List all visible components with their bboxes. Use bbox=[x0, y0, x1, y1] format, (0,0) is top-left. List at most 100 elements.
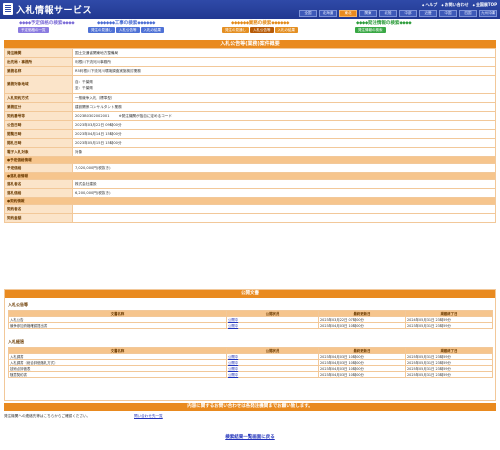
section-subheader: ●予定価格情報 bbox=[4, 156, 496, 164]
inquiry-bar: 内容に関するお問い合わせは各発注機関までお願い致します。 bbox=[4, 403, 496, 411]
row-label: 落札価格 bbox=[4, 188, 73, 198]
nav-group-title: 工事の検索 bbox=[114, 21, 138, 26]
region-tab-national[interactable]: 全国 bbox=[299, 10, 317, 17]
doc-status-link[interactable]: 公開中 bbox=[226, 322, 319, 329]
row-value bbox=[72, 213, 496, 223]
document-icon bbox=[3, 3, 13, 15]
doc-end: 2025年05月31日 23時59分 bbox=[405, 371, 493, 378]
table-row: 発注機関 国土交通省関東地方整備局 bbox=[4, 48, 496, 58]
contact-link[interactable]: お問い合わせ bbox=[441, 2, 469, 8]
nav-construction-notice[interactable]: 入札公告等 bbox=[116, 27, 140, 33]
doc-updated: 2023年04月03日 10時00分 bbox=[318, 371, 406, 378]
row-label: 落札者名 bbox=[4, 179, 73, 189]
top-links: ヘルプ お問い合わせ 全国展TOP bbox=[422, 2, 497, 8]
region-tab-shikoku[interactable]: 四国 bbox=[459, 10, 477, 17]
contact-label: 発注機関への連絡先等はこちらからご確認ください。 bbox=[4, 414, 91, 418]
region-tab-hokuriku[interactable]: 北陸 bbox=[379, 10, 397, 17]
table-row: 契約番号等 2023B0302002001 ※発注機関が独自に定めるコード bbox=[4, 111, 496, 121]
nav-estimate-list[interactable]: 予定価格の一覧 bbox=[18, 27, 49, 33]
table-row: 落札価格 6,200,000円(税抜き) bbox=[4, 188, 496, 198]
region-tab-chubu[interactable]: 中部 bbox=[399, 10, 417, 17]
row-label: 開札日時 bbox=[4, 138, 73, 148]
nav-construction-outlook[interactable]: 発注の見通し bbox=[88, 27, 115, 33]
nav-group-estimate: ◆◆◆◆予定価格の検索◆◆◆◆ 予定価格の一覧 bbox=[18, 21, 75, 33]
nav-construction-result[interactable]: 入札の結果 bbox=[140, 27, 164, 33]
award-header: ●落札者情報 bbox=[4, 172, 496, 180]
table-row: 閲覧日時 2023年04月14日 15時00分 bbox=[4, 129, 496, 139]
doc-end: 2023年05月31日 23時59分 bbox=[405, 322, 493, 329]
nav-group-construction: ◆◆◆◆◆◆工事の検索◆◆◆◆◆◆ 発注の見通し 入札公告等 入札の結果 bbox=[88, 20, 164, 33]
nav-order-search[interactable]: 発注情報の検索 bbox=[355, 27, 386, 33]
public-documents: 公開文書 入札公告等 文書名称 公開状況 最終更新日 掲載終了日 入札公告 公開… bbox=[4, 289, 496, 401]
table-row: 業務対象地域 自：千葉県 至：千葉県 bbox=[4, 75, 496, 94]
row-label: 公告日時 bbox=[4, 120, 73, 130]
main-nav: ◆◆◆◆予定価格の検索◆◆◆◆ 予定価格の一覧 ◆◆◆◆◆◆工事の検索◆◆◆◆◆… bbox=[0, 19, 500, 37]
nav-group-title: 予定価格の検索 bbox=[30, 21, 63, 26]
home-link[interactable]: 全国展TOP bbox=[473, 2, 497, 8]
row-label: 契約番号等 bbox=[4, 111, 73, 121]
row-value bbox=[72, 204, 496, 214]
row-label: 業務名称 bbox=[4, 66, 73, 76]
region-tab-kinki[interactable]: 近畿 bbox=[419, 10, 437, 17]
row-label: 閲覧日時 bbox=[4, 129, 73, 139]
nav-group-title: 発注情報の検索 bbox=[367, 21, 400, 26]
row-label: 業務対象地域 bbox=[4, 75, 73, 94]
table-row: 予定価格 7,020,000円(税抜き) bbox=[4, 163, 496, 173]
section-subheader: ●落札者情報 bbox=[4, 172, 496, 180]
table-row: 競争参加資格確認提出書 公開中 2023年04月03日 10時00分 2023年… bbox=[8, 322, 493, 329]
nav-group-service: ◆◆◆◆◆◆業務の検索◆◆◆◆◆◆ 発注の見通し 入札公告等 入札の結果 bbox=[222, 20, 298, 33]
nav-service-notice[interactable]: 入札公告等 bbox=[250, 27, 274, 33]
table-row: 出先局・事務所 利根川下流河川事務所 bbox=[4, 57, 496, 67]
table-row: 電子入札対象 対象 bbox=[4, 147, 496, 157]
region-tabs: 全国 北海道 東北 関東 北陸 中部 近畿 中国 四国 九州沖縄 bbox=[299, 10, 497, 17]
nav-service-result[interactable]: 入札の結果 bbox=[274, 27, 298, 33]
help-link[interactable]: ヘルプ bbox=[422, 2, 437, 8]
doc-status-link[interactable]: 公開中 bbox=[226, 371, 319, 378]
notice-docs-title: 入札公告等 bbox=[8, 302, 28, 307]
row-label: 契約金額 bbox=[4, 213, 73, 223]
region-tab-tohoku[interactable]: 東北 bbox=[339, 10, 357, 17]
region-tab-chugoku[interactable]: 中国 bbox=[439, 10, 457, 17]
doc-updated: 2023年04月03日 10時00分 bbox=[318, 322, 406, 329]
table-row: 入札契約方式 一般競争入札（標準型） bbox=[4, 93, 496, 103]
table-row: 落札者名 株式会社建設 bbox=[4, 179, 496, 189]
table-row: 公告日時 2023年03月22日 09時00分 bbox=[4, 120, 496, 130]
table-row: 開札日時 2023年05月15日 15時00分 bbox=[4, 138, 496, 148]
table-row: 契約者名 bbox=[4, 204, 496, 214]
region-tab-hokkaido[interactable]: 北海道 bbox=[319, 10, 337, 17]
row-value: 7,020,000円(税抜き) bbox=[72, 163, 496, 173]
row-value: 自：千葉県 至：千葉県 bbox=[72, 75, 496, 94]
row-value: 対象 bbox=[72, 147, 496, 157]
section-subheader: ●契約情報 bbox=[4, 197, 496, 205]
row-value: 一般競争入札（標準型） bbox=[72, 93, 496, 103]
back-to-results-link[interactable]: 検索結果一覧画面に戻る bbox=[0, 434, 500, 440]
row-label: 予定価格 bbox=[4, 163, 73, 173]
row-value: R5利根川下流河川環境調査実施検討業務 bbox=[72, 66, 496, 76]
doc-name: 競争参加資格確認提出書 bbox=[8, 322, 227, 329]
docs-title: 公開文書 bbox=[5, 290, 495, 298]
region-tab-kanto[interactable]: 関東 bbox=[359, 10, 377, 17]
nav-service-outlook[interactable]: 発注の見通し bbox=[222, 27, 249, 33]
row-value: 国土交通省関東地方整備局 bbox=[72, 48, 496, 58]
nav-group-title: 業務の検索 bbox=[248, 21, 272, 26]
row-value: 建設関係コンサルタント業務 bbox=[72, 102, 496, 112]
row-value: 2023年04月14日 15時00分 bbox=[72, 129, 496, 139]
row-label: 発注機関 bbox=[4, 48, 73, 58]
detail-table: 発注機関 国土交通省関東地方整備局 出先局・事務所 利根川下流河川事務所 業務名称 R… bbox=[4, 48, 496, 223]
region-tab-kyushu[interactable]: 九州沖縄 bbox=[479, 10, 497, 17]
row-label: 出先局・事務所 bbox=[4, 57, 73, 67]
nav-group-order: ◆◆◆◆発注情報の検索◆◆◆◆ 発注情報の検索 bbox=[355, 21, 412, 33]
result-docs-table: 文書名称 公開状況 最終更新日 掲載終了日 入札調書 公開中 2023年04月0… bbox=[8, 347, 493, 378]
table-row: 業務区分 建設関係コンサルタント業務 bbox=[4, 102, 496, 112]
contact-row: 発注機関への連絡先等はこちらからご確認ください。 問い合わせ先一覧 bbox=[4, 414, 496, 421]
result-docs-title: 入札経過 bbox=[8, 339, 24, 344]
row-label: 業務区分 bbox=[4, 102, 73, 112]
table-row: 業務名称 R5利根川下流河川環境調査実施検討業務 bbox=[4, 66, 496, 76]
estimate-header: ●予定価格情報 bbox=[4, 156, 496, 164]
row-label: 入札契約方式 bbox=[4, 93, 73, 103]
row-value: 2023年05月15日 15時00分 bbox=[72, 138, 496, 148]
row-label: 電子入札対象 bbox=[4, 147, 73, 157]
app-title: 入札情報サービス bbox=[16, 6, 93, 16]
contact-list-link[interactable]: 問い合わせ先一覧 bbox=[134, 414, 163, 419]
table-row: 契約金額 bbox=[4, 213, 496, 223]
